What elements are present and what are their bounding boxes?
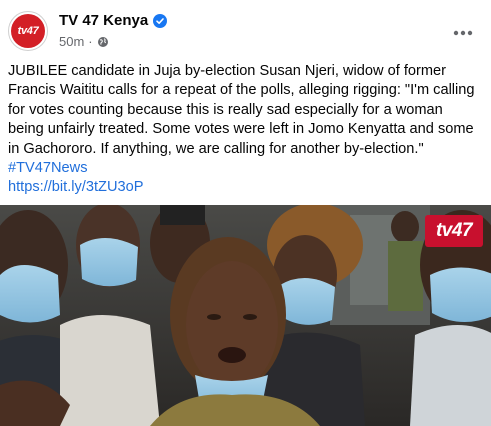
tv47-watermark: tv47 — [425, 215, 483, 247]
page-avatar[interactable]: tv47 — [8, 11, 48, 51]
verified-badge-icon — [153, 13, 168, 28]
hashtag-link[interactable]: #TV47News — [8, 160, 88, 176]
post-photo[interactable]: tv47 — [0, 205, 491, 426]
tv47-logo: tv47 — [11, 14, 45, 48]
more-options-icon — [453, 23, 473, 41]
meta-separator: · — [88, 34, 93, 49]
page-name[interactable]: TV 47 Kenya — [59, 12, 168, 29]
crowd-photo-illustration — [0, 205, 491, 426]
globe-icon[interactable] — [97, 36, 109, 48]
post-timestamp[interactable]: 50m — [59, 34, 84, 49]
post-meta: 50m · — [59, 34, 109, 49]
facebook-post: tv47 TV 47 Kenya 50m · JUBILEE candidate… — [0, 0, 491, 426]
page-name-label[interactable]: TV 47 Kenya — [59, 12, 148, 29]
post-header: tv47 TV 47 Kenya 50m · — [0, 0, 491, 62]
more-options-button[interactable] — [447, 16, 479, 48]
post-text: JUBILEE candidate in Juja by-election Su… — [8, 62, 480, 198]
url-link[interactable]: https://bit.ly/3tZU3oP — [8, 179, 143, 195]
post-text-main: JUBILEE candidate in Juja by-election Su… — [8, 63, 475, 157]
